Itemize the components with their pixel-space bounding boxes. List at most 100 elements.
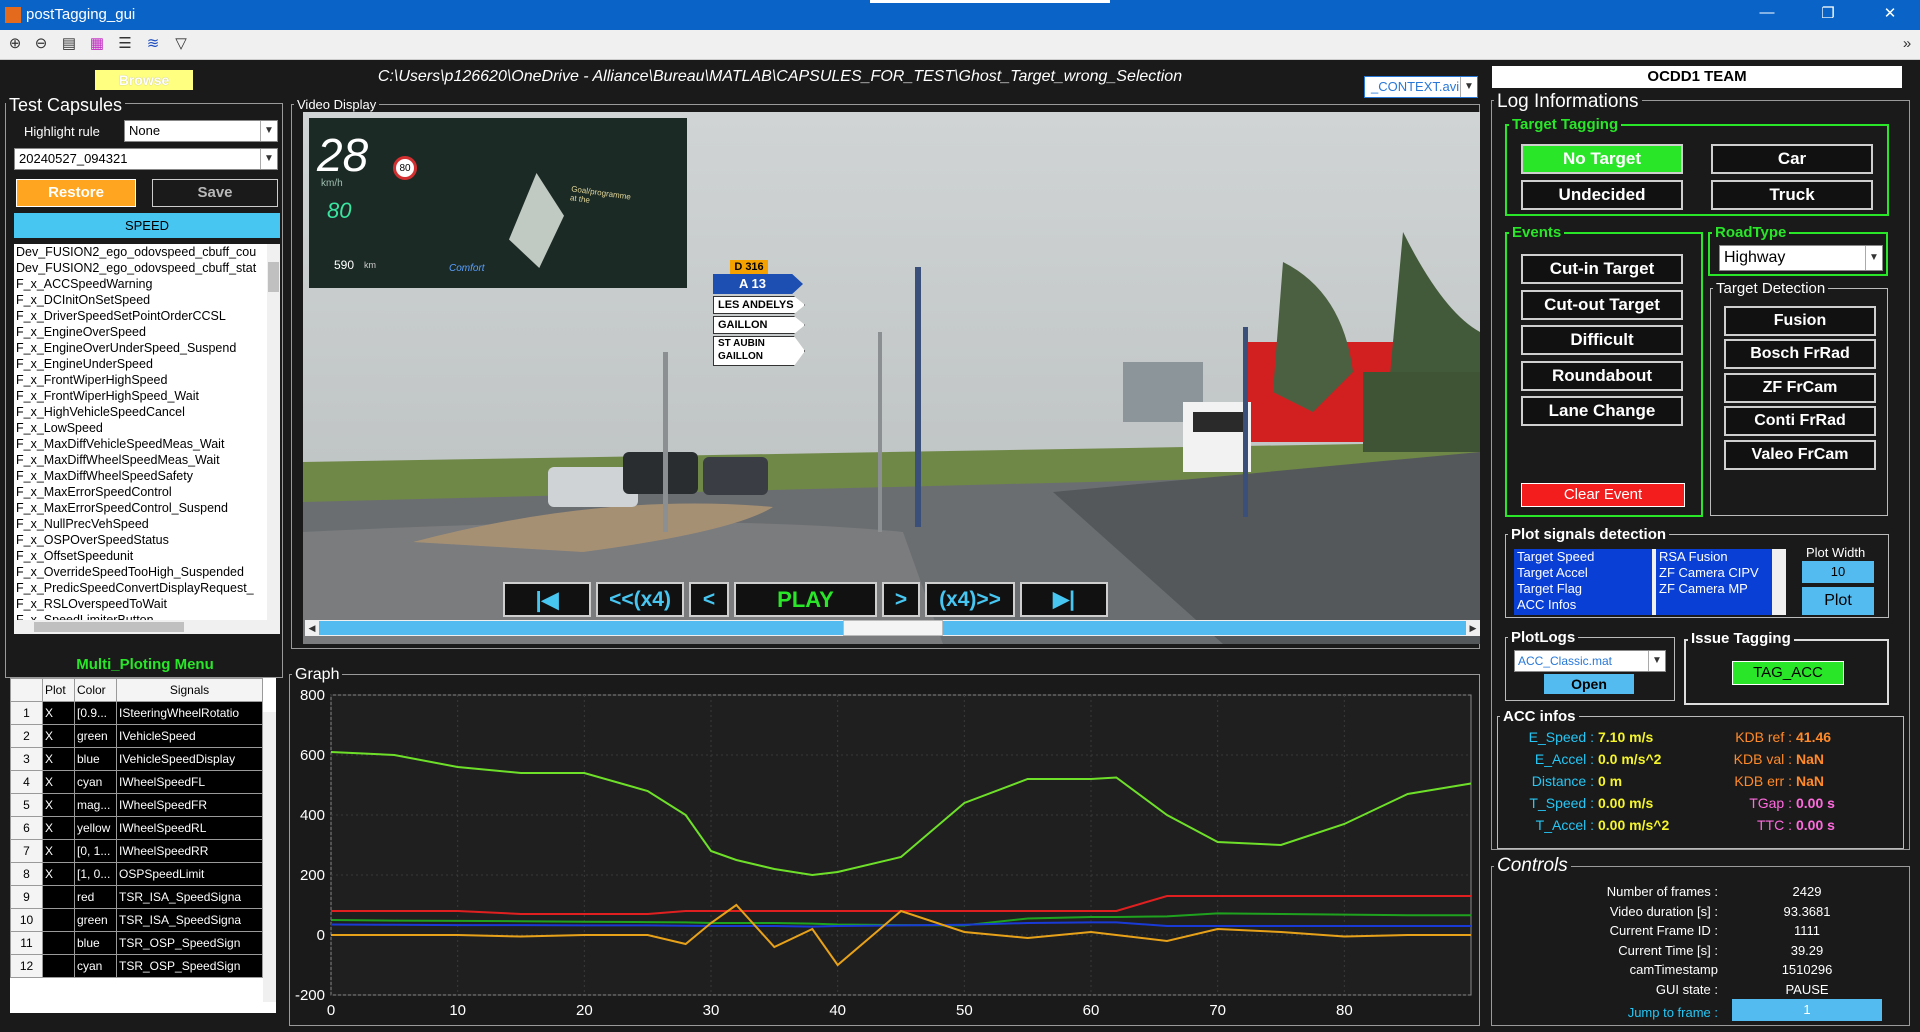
signal-chart[interactable]: 0 10 20 30 40 50 60 70 808006004002000-200 [289, 680, 1480, 1026]
row-plot-cell[interactable]: X [42, 839, 75, 863]
table-row[interactable]: 1 X [0.9... ISteeringWheelRotatio [10, 701, 263, 725]
event-button-cut-in-target[interactable]: Cut-in Target [1521, 254, 1683, 284]
plot-icon[interactable]: ≋ [142, 33, 164, 55]
prev-frame-button[interactable]: < [689, 582, 729, 617]
clear-event-button[interactable]: Clear Event [1521, 483, 1685, 507]
forward-x4-button[interactable]: (x4)>> [925, 582, 1015, 617]
row-plot-cell[interactable] [42, 885, 75, 909]
row-plot-cell[interactable]: X [42, 816, 75, 840]
colorbar-icon[interactable]: ▦ [86, 33, 108, 55]
undecided-button[interactable]: Undecided [1521, 180, 1683, 210]
list-item[interactable]: F_x_DCInitOnSetSpeed [14, 292, 267, 308]
speed-button[interactable]: SPEED [14, 213, 280, 238]
signal-list[interactable]: Dev_FUSION2_ego_odovspeed_cbuff_cou Dev_F… [14, 244, 267, 634]
table-row[interactable]: 2 Xgreen IVehicleSpeed [10, 724, 263, 748]
last-frame-button[interactable]: ▶| [1020, 582, 1108, 617]
row-plot-cell[interactable]: X [42, 724, 75, 748]
multi-plot-table[interactable]: Plot Color Signals 1 X [0.9... ISteeringWhe… [10, 678, 276, 1013]
event-button-roundabout[interactable]: Roundabout [1521, 360, 1683, 391]
zoom-out-icon[interactable]: ⊖ [30, 33, 52, 55]
row-signal-cell[interactable]: ISteeringWheelRotatio [116, 701, 263, 725]
row-signal-cell[interactable]: TSR_ISA_SpeedSigna [116, 885, 263, 909]
plot-sources-scroll[interactable] [1772, 549, 1786, 615]
list-item[interactable]: F_x_LowSpeed [14, 420, 267, 436]
row-plot-cell[interactable] [42, 954, 75, 978]
row-plot-cell[interactable]: X [42, 793, 75, 817]
list-item[interactable]: F_x_MaxDiffWheelSpeedMeas_Wait [14, 452, 267, 468]
signal-list-hscroll[interactable] [14, 620, 280, 634]
row-signal-cell[interactable]: IWheelSpeedFL [116, 770, 263, 794]
plot-button[interactable]: Plot [1802, 587, 1874, 615]
row-color-cell[interactable]: blue [74, 931, 117, 955]
row-color-cell[interactable]: blue [74, 747, 117, 771]
list-item[interactable]: Target Accel [1514, 565, 1652, 581]
zoom-in-icon[interactable]: ⊕ [4, 33, 26, 55]
row-signal-cell[interactable]: IVehicleSpeedDisplay [116, 747, 263, 771]
list-item[interactable]: F_x_RSLOverspeedToWait [14, 596, 267, 612]
plot-sources-list[interactable]: RSA Fusion ZF Camera CIPV ZF Camera MP [1656, 549, 1772, 615]
table-row[interactable]: 8 X [1, 0... OSPSpeedLimit [10, 862, 263, 886]
row-signal-cell[interactable]: IWheelSpeedRL [116, 816, 263, 840]
list-item[interactable]: F_x_NullPrecVehSpeed [14, 516, 267, 532]
row-color-cell[interactable]: mag... [74, 793, 117, 817]
first-frame-button[interactable]: |◀ [503, 582, 591, 617]
detection-button-valeo-frcam[interactable]: Valeo FrCam [1724, 439, 1876, 470]
browse-button[interactable]: Browse [95, 70, 193, 90]
row-color-cell[interactable]: cyan [74, 954, 117, 978]
slider-thumb[interactable] [842, 620, 943, 636]
table-row[interactable]: 10 green TSR_ISA_SpeedSigna [10, 908, 263, 932]
roadtype-select[interactable]: Highway ▼ [1719, 245, 1883, 271]
list-item[interactable]: ZF Camera MP [1656, 581, 1772, 597]
event-button-lane-change[interactable]: Lane Change [1521, 396, 1683, 426]
plotlogs-select[interactable]: ACC_Classic.mat ▼ [1514, 650, 1666, 672]
tag-acc-button[interactable]: TAG_ACC [1732, 661, 1844, 685]
signal-list-vscroll[interactable] [267, 244, 280, 620]
row-signal-cell[interactable]: OSPSpeedLimit [116, 862, 263, 886]
plot-width-input[interactable]: 10 [1802, 561, 1874, 583]
row-color-cell[interactable]: cyan [74, 770, 117, 794]
toolbar-expand-icon[interactable]: » [1896, 33, 1918, 55]
close-icon[interactable]: ✕ [1875, 4, 1905, 26]
minimize-icon[interactable]: — [1752, 4, 1782, 26]
event-button-cut-out-target[interactable]: Cut-out Target [1521, 289, 1683, 320]
list-item[interactable]: F_x_OSPOverSpeedStatus [14, 532, 267, 548]
row-color-cell[interactable]: red [74, 885, 117, 909]
row-plot-cell[interactable]: X [42, 862, 75, 886]
capsule-select[interactable]: 20240527_094321 ▼ [14, 148, 278, 170]
list-item[interactable]: ZF Camera CIPV [1656, 565, 1772, 581]
legend-icon[interactable]: ☰ [114, 33, 136, 55]
table-row[interactable]: 6 Xyellow IWheelSpeedRL [10, 816, 263, 840]
list-item[interactable]: F_x_PredicSpeedConvertDisplayRequest_ [14, 580, 267, 596]
row-color-cell[interactable]: yellow [74, 816, 117, 840]
video-slider[interactable]: ◀ ▶ [305, 620, 1480, 636]
table-row[interactable]: 4 Xcyan IWheelSpeedFL [10, 770, 263, 794]
row-signal-cell[interactable]: TSR_ISA_SpeedSigna [116, 908, 263, 932]
table-vscroll[interactable] [263, 712, 276, 1002]
table-row[interactable]: 12 cyan TSR_OSP_SpeedSign [10, 954, 263, 978]
row-color-cell[interactable]: [0.9... [74, 701, 117, 725]
list-item[interactable]: F_x_EngineUnderSpeed [14, 356, 267, 372]
list-item[interactable]: F_x_EngineOverSpeed [14, 324, 267, 340]
list-item[interactable]: F_x_MaxDiffWheelSpeedSafety [14, 468, 267, 484]
rewind-x4-button[interactable]: <<(x4) [596, 582, 684, 617]
row-color-cell[interactable]: [0, 1... [74, 839, 117, 863]
detection-button-bosch-frrad[interactable]: Bosch FrRad [1724, 339, 1876, 370]
detection-button-fusion[interactable]: Fusion [1724, 306, 1876, 336]
row-color-cell[interactable]: green [74, 908, 117, 932]
play-button[interactable]: PLAY [734, 582, 877, 617]
table-row[interactable]: 3 Xblue IVehicleSpeedDisplay [10, 747, 263, 771]
detection-button-conti-frrad[interactable]: Conti FrRad [1724, 406, 1876, 437]
maximize-icon[interactable]: ❐ [1813, 4, 1843, 26]
list-item[interactable]: ACC Infos [1514, 597, 1652, 613]
video-file-select[interactable]: _CONTEXT.avi ▼ [1364, 76, 1478, 98]
data-cursor-icon[interactable]: ▤ [58, 33, 80, 55]
truck-button[interactable]: Truck [1711, 180, 1873, 210]
row-signal-cell[interactable]: IVehicleSpeed [116, 724, 263, 748]
jump-to-frame-input[interactable]: 1 [1732, 999, 1882, 1021]
list-item[interactable]: F_x_OverrideSpeedTooHigh_Suspended [14, 564, 267, 580]
slider-right-icon[interactable]: ▶ [1466, 620, 1480, 636]
save-button[interactable]: Save [152, 179, 278, 207]
table-row[interactable]: 7 X [0, 1... IWheelSpeedRR [10, 839, 263, 863]
list-item[interactable]: Dev_FUSION2_ego_odovspeed_cbuff_cou [14, 244, 267, 260]
row-color-cell[interactable]: green [74, 724, 117, 748]
